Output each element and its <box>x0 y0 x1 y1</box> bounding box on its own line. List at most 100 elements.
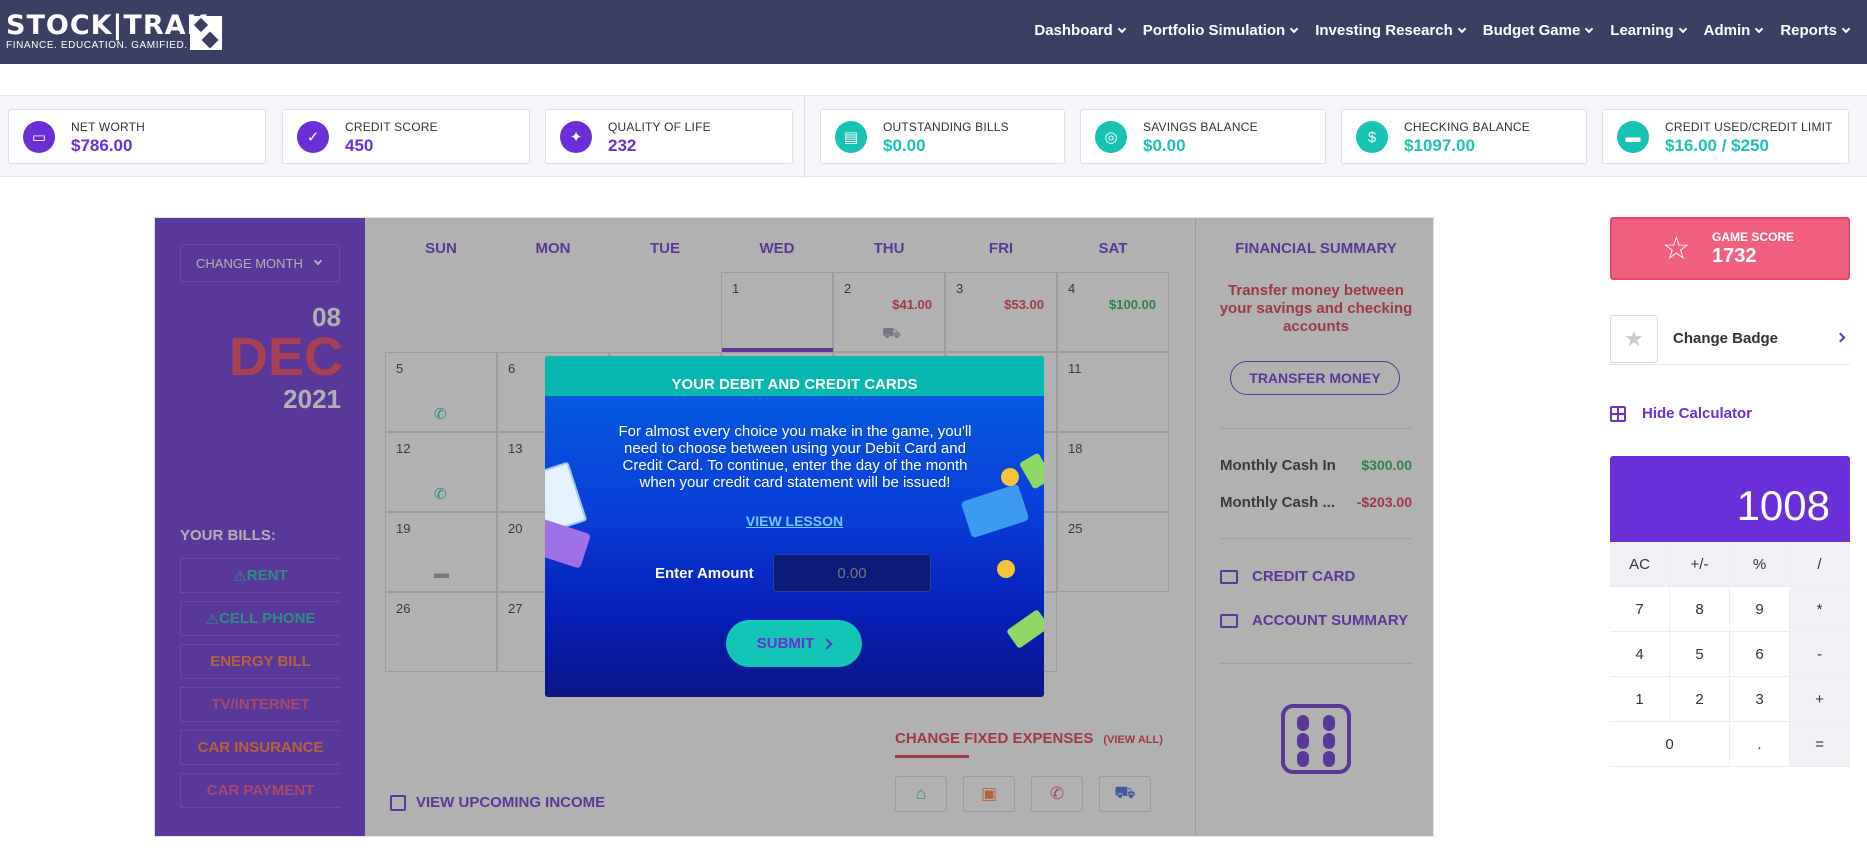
check-badge-icon: ✓ <box>297 121 329 153</box>
submit-label: SUBMIT <box>756 635 815 652</box>
chevron-down-icon <box>1117 24 1126 33</box>
stat-card-checking-balance: $ CHECKING BALANCE $1097.00 <box>1341 109 1587 164</box>
logo-mark-icon <box>190 16 222 50</box>
change-badge-row[interactable]: ★ Change Badge <box>1610 315 1850 365</box>
stat-label: NET WORTH <box>71 120 146 134</box>
nav-label: Budget Game <box>1482 22 1581 39</box>
stat-value: 232 <box>608 136 637 155</box>
wallet-icon: ▭ <box>23 121 55 153</box>
nav-label: Reports <box>1780 22 1837 39</box>
modal-title: YOUR DEBIT AND CREDIT CARDS <box>545 356 1044 396</box>
coin-illustration <box>997 560 1015 578</box>
submit-button[interactable]: SUBMIT <box>726 620 862 667</box>
calc-key[interactable]: / <box>1790 542 1850 587</box>
chevron-down-icon <box>1585 24 1594 33</box>
chevron-right-icon <box>1835 332 1846 343</box>
stat-card-credit-used-credit-limit: ▬ CREDIT USED/CREDIT LIMIT $16.00 / $250 <box>1602 109 1849 164</box>
nav-portfolio-simulation[interactable]: Portfolio Simulation <box>1142 22 1299 39</box>
nav-reports[interactable]: Reports <box>1780 22 1851 39</box>
game-score-value: 1732 <box>1712 245 1757 267</box>
calc-key[interactable]: = <box>1790 722 1850 767</box>
stats-divider <box>804 96 805 178</box>
debit-card-illustration <box>960 483 1030 539</box>
stat-card-net-worth: ▭ NET WORTH $786.00 <box>8 109 266 164</box>
calc-key[interactable]: 3 <box>1730 677 1790 722</box>
stat-card-credit-score: ✓ CREDIT SCORE 450 <box>282 109 530 164</box>
bill-icon: ▤ <box>835 121 867 153</box>
stat-label: CREDIT USED/CREDIT LIMIT <box>1665 120 1833 134</box>
enter-amount-label: Enter Amount <box>655 565 754 582</box>
game-score-card: ☆ GAME SCORE 1732 <box>1610 217 1850 280</box>
chevron-down-icon <box>1678 24 1687 33</box>
calc-key[interactable]: 9 <box>1730 587 1790 632</box>
stat-value: $1097.00 <box>1404 136 1475 155</box>
calc-key[interactable]: % <box>1730 542 1790 587</box>
top-navbar: STOCK|TRAK FINANCE. EDUCATION. GAMIFIED.… <box>0 0 1867 64</box>
calculator-display: 1008 <box>1610 456 1850 542</box>
stat-card-savings-balance: ◎ SAVINGS BALANCE $0.00 <box>1080 109 1326 164</box>
stat-value: $786.00 <box>71 136 133 155</box>
nav-label: Dashboard <box>1034 22 1113 39</box>
debit-credit-modal: YOUR DEBIT AND CREDIT CARDS For almost e… <box>545 356 1044 697</box>
chevron-down-icon <box>1841 24 1851 33</box>
money-illustration <box>1018 452 1044 490</box>
money-bag-icon: $ <box>1356 121 1388 153</box>
stats-bar: ▭ NET WORTH $786.00 ✓ CREDIT SCORE 450 ✦ QUALIT… <box>0 95 1867 178</box>
calc-key[interactable]: 7 <box>1610 587 1670 632</box>
nav-dashboard[interactable]: Dashboard <box>1034 22 1126 39</box>
amount-input[interactable] <box>773 554 931 592</box>
game-score-label: GAME SCORE <box>1712 230 1795 244</box>
stat-card-quality-of-life: ✦ QUALITY OF LIFE 232 <box>545 109 793 164</box>
calc-key[interactable]: 1 <box>1610 677 1670 722</box>
stat-label: QUALITY OF LIFE <box>608 120 711 134</box>
star-icon: ☆ <box>1662 230 1691 266</box>
stat-label: OUTSTANDING BILLS <box>883 120 1009 134</box>
chevron-down-icon <box>1289 24 1299 33</box>
calc-key[interactable]: 8 <box>1670 587 1730 632</box>
logo-tagline: FINANCE. EDUCATION. GAMIFIED. <box>6 40 188 51</box>
nav-budget-game[interactable]: Budget Game <box>1482 22 1594 39</box>
stat-value: $16.00 / $250 <box>1665 136 1769 155</box>
logo-wordmark: STOCK|TRAK <box>6 10 209 41</box>
chevron-right-icon <box>821 637 833 650</box>
calc-key[interactable]: 4 <box>1610 632 1670 677</box>
stat-label: SAVINGS BALANCE <box>1143 120 1258 134</box>
calc-key[interactable]: AC <box>1610 542 1670 587</box>
calc-key[interactable]: +/- <box>1670 542 1730 587</box>
nav-label: Investing Research <box>1315 22 1453 39</box>
calc-key[interactable]: 6 <box>1730 632 1790 677</box>
stat-label: CREDIT SCORE <box>345 120 438 134</box>
badge-star-icon: ★ <box>1610 315 1658 363</box>
nav-admin[interactable]: Admin <box>1703 22 1764 39</box>
calc-key[interactable]: 2 <box>1670 677 1730 722</box>
calc-key[interactable]: 0 <box>1610 722 1730 767</box>
nav-label: Portfolio Simulation <box>1142 22 1286 39</box>
coin-illustration <box>1001 468 1019 486</box>
calc-key[interactable]: . <box>1730 722 1790 767</box>
nav-learning[interactable]: Learning <box>1610 22 1687 39</box>
hide-calculator-label: Hide Calculator <box>1642 405 1753 422</box>
chevron-down-icon <box>1755 24 1764 33</box>
hide-calculator-link[interactable]: Hide Calculator <box>1610 405 1752 422</box>
coins-icon: ◎ <box>1095 121 1127 153</box>
stat-value: 450 <box>345 136 374 155</box>
calc-key[interactable]: + <box>1790 677 1850 722</box>
stat-card-outstanding-bills: ▤ OUTSTANDING BILLS $0.00 <box>820 109 1065 164</box>
stat-value: $0.00 <box>1143 136 1186 155</box>
main-nav: Dashboard Portfolio Simulation Investing R… <box>1034 22 1867 39</box>
nav-label: Admin <box>1703 22 1751 39</box>
credit-card-icon: ▬ <box>1617 121 1649 153</box>
calculator: 1008 AC +/-%/ 7 8 9 * 4 5 6- 1 2 3 +0. = <box>1610 456 1850 769</box>
stat-label: CHECKING BALANCE <box>1404 120 1530 134</box>
stocktrak-logo[interactable]: STOCK|TRAK FINANCE. EDUCATION. GAMIFIED. <box>6 12 208 51</box>
stat-value: $0.00 <box>883 136 926 155</box>
calc-key[interactable]: - <box>1790 632 1850 677</box>
chevron-down-icon <box>1457 24 1467 33</box>
money-illustration <box>1006 609 1044 649</box>
sparkle-icon: ✦ <box>560 121 592 153</box>
calc-key[interactable]: 5 <box>1670 632 1730 677</box>
change-badge-label: Change Badge <box>1673 330 1779 347</box>
view-lesson-link[interactable]: VIEW LESSON <box>545 513 1044 529</box>
nav-investing-research[interactable]: Investing Research <box>1315 22 1467 39</box>
calc-key[interactable]: * <box>1790 587 1850 632</box>
